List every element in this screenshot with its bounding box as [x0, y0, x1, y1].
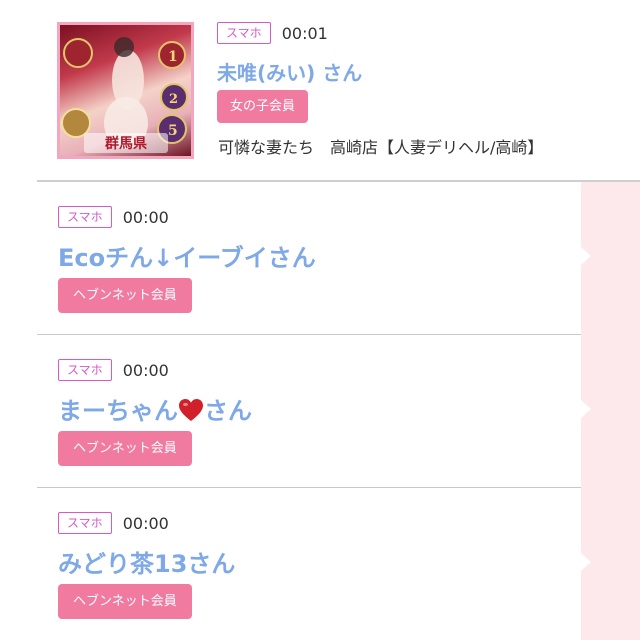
- profile-photo-icon: 1 2 5 群馬県: [61, 37, 188, 153]
- shop-name[interactable]: 可憐な妻たち 高崎店【人妻デリヘル/高崎】: [218, 134, 543, 158]
- access-time: 00:00: [122, 207, 169, 227]
- visitor-list: スマホ 00:00 Ecoチん↓イーブイさん ヘブンネット会員 スマホ 00:0…: [37, 180, 640, 640]
- device-tag: スマホ: [58, 206, 112, 228]
- list-item[interactable]: スマホ 00:00 まーちゃん さん ヘブンネット会員: [37, 335, 581, 488]
- ranking-number-2: 2: [169, 92, 178, 107]
- member-badge-wrap: ヘブンネット会員: [58, 431, 192, 466]
- member-badge: 女の子会員: [217, 90, 309, 123]
- ranking-number-3: 5: [168, 123, 178, 139]
- visitor-name[interactable]: みどり茶13さん: [58, 544, 235, 579]
- profile-thumbnail[interactable]: 1 2 5 群馬県: [57, 22, 194, 159]
- member-badge: ヘブンネット会員: [58, 278, 192, 313]
- access-time: 00:01: [281, 23, 328, 43]
- entry-meta: スマホ 00:00: [58, 206, 169, 228]
- top-entry[interactable]: 1 2 5 群馬県 スマホ 00:01 未唯(みい) さん 女の子会員 可憐な妻…: [0, 0, 640, 181]
- member-badge: ヘブンネット会員: [58, 584, 192, 619]
- heart-icon: [179, 399, 203, 421]
- visitor-name-text: まーちゃん: [58, 397, 178, 425]
- device-tag: スマホ: [58, 512, 112, 534]
- visitor-name[interactable]: まーちゃん さん: [58, 391, 252, 426]
- device-tag: スマホ: [58, 359, 112, 381]
- member-badge-wrap: 女の子会員: [217, 90, 309, 123]
- thumbnail-caption: 群馬県: [104, 135, 147, 152]
- list-item[interactable]: スマホ 00:00 みどり茶13さん ヘブンネット会員: [37, 488, 581, 640]
- top-entry-meta: スマホ 00:01: [217, 22, 328, 44]
- entry-meta: スマホ 00:00: [58, 359, 169, 381]
- visitor-name-suffix: さん: [204, 397, 252, 425]
- visitor-name[interactable]: 未唯(みい) さん: [217, 57, 362, 86]
- access-time: 00:00: [122, 360, 169, 380]
- member-badge-wrap: ヘブンネット会員: [58, 584, 192, 619]
- visitor-name[interactable]: Ecoチん↓イーブイさん: [58, 238, 316, 273]
- member-badge: ヘブンネット会員: [58, 431, 192, 466]
- device-tag: スマホ: [217, 22, 271, 44]
- entry-meta: スマホ 00:00: [58, 512, 169, 534]
- access-time: 00:00: [122, 513, 169, 533]
- ranking-number-1: 1: [168, 49, 178, 65]
- access-log-page: 1 2 5 群馬県 スマホ 00:01 未唯(みい) さん 女の子会員 可憐な妻…: [0, 0, 640, 640]
- list-item[interactable]: スマホ 00:00 Ecoチん↓イーブイさん ヘブンネット会員: [37, 182, 581, 335]
- member-badge-wrap: ヘブンネット会員: [58, 278, 192, 313]
